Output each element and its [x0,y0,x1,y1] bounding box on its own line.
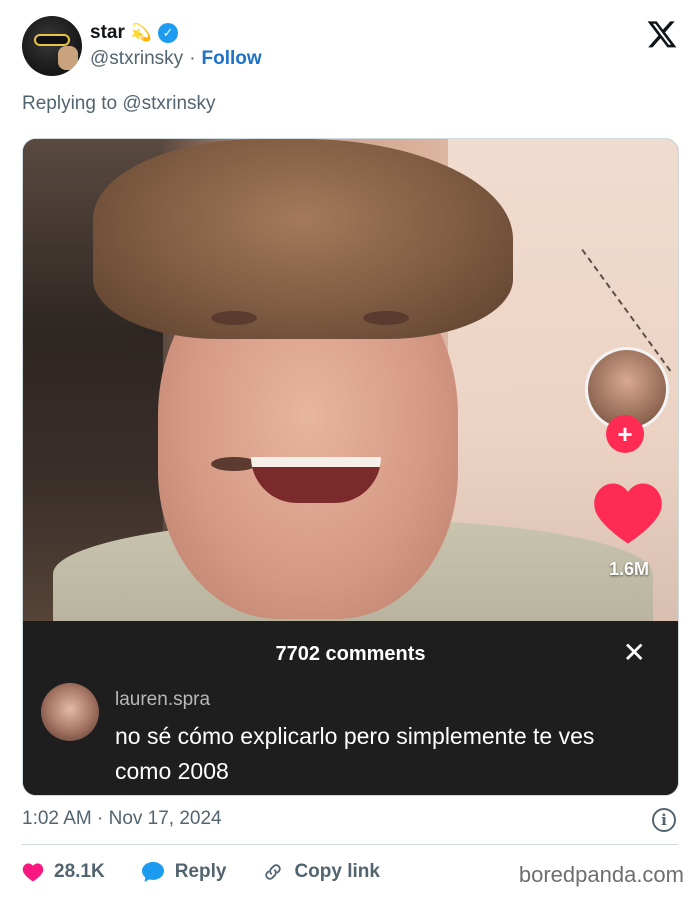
author-handle-row: @stxrinsky · Follow [90,48,262,70]
video-frame: + 1.6M [23,139,678,629]
avatar-hand [58,46,78,70]
like-count: 28.1K [54,861,105,882]
tweet-actions: 28.1K Reply Copy link [22,856,416,888]
reply-bubble-icon [141,862,164,882]
copy-link-label: Copy link [294,861,380,882]
info-icon[interactable]: i [652,808,676,832]
author-name-row: star 💫 ✓ [90,22,179,44]
replying-to-text: Replying to @stxrinsky [22,93,216,114]
author-name[interactable]: star [90,22,125,44]
like-button[interactable]: 28.1K [22,861,105,883]
separator-dot: · [189,48,196,69]
divider [22,844,678,845]
avatar-glasses [34,34,70,46]
comments-count-title: 7702 comments [275,643,426,665]
copy-link-button[interactable]: Copy link [262,861,380,883]
x-logo-icon[interactable] [646,18,678,50]
comment-text: no sé cómo explicarlo pero simplemente t… [115,723,595,784]
person-hair [93,139,513,339]
video-likes-count: 1.6M [608,559,650,579]
tweet-timestamp[interactable]: 1:02 AM · Nov 17, 2024 [22,808,222,830]
close-icon[interactable]: ✕ [623,639,646,667]
tweet-header: star 💫 ✓ @stxrinsky · Follow [22,16,682,78]
follow-button[interactable]: Follow [202,48,262,70]
watermark: boredpanda.com [518,862,684,887]
person-eye-left-upper [211,311,257,325]
like-heart-icon [22,863,44,882]
comments-panel: 7702 comments ✕ lauren.spra no sé cómo e… [23,621,678,795]
follow-plus-icon[interactable]: + [606,415,644,453]
commenter-avatar[interactable] [41,683,99,741]
verified-badge-icon: ✓ [158,23,179,43]
dizzy-star-icon: 💫 [130,23,153,42]
link-icon [265,864,282,880]
author-avatar[interactable] [22,16,82,76]
author-handle[interactable]: @stxrinsky [90,48,183,70]
reply-button[interactable]: Reply [141,861,227,883]
tweet-media[interactable]: + 1.6M 7702 comments ✕ lauren.spra no sé… [22,138,679,796]
reply-label: Reply [174,861,227,882]
heart-icon[interactable] [591,479,665,545]
commenter-username[interactable]: lauren.spra [115,689,210,711]
person-eye-right [363,311,409,325]
